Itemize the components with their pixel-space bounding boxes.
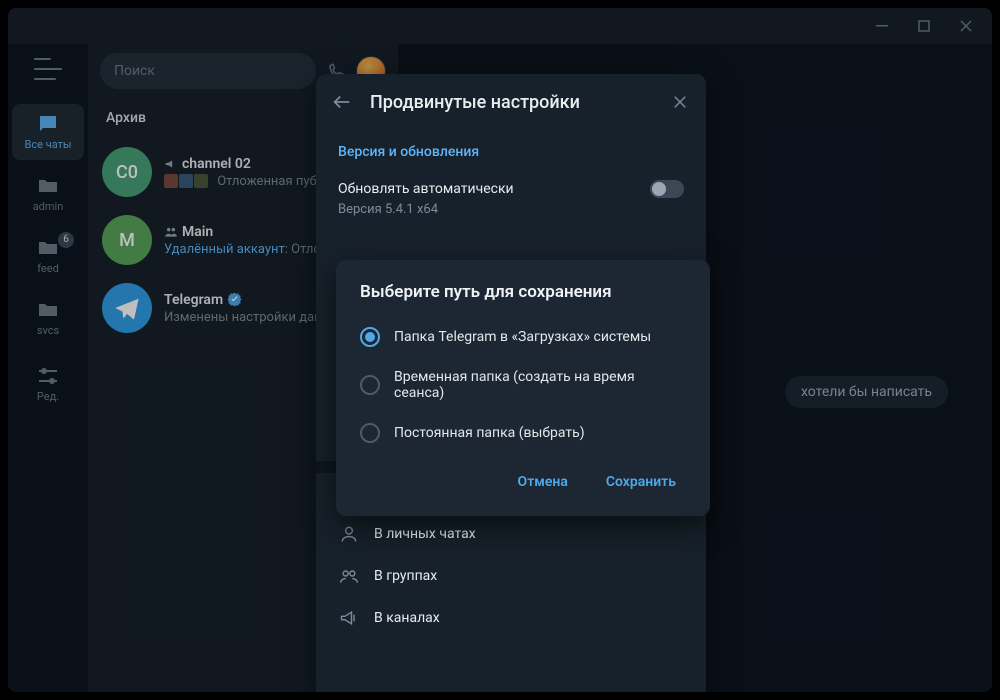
panel-title: Продвинутые настройки [370, 92, 652, 113]
folder-label: Все чаты [25, 138, 72, 151]
row-sub-version: Версия 5.4.1 x64 [316, 202, 706, 231]
verified-icon [227, 292, 242, 307]
section-title-version: Версия и обновления [316, 130, 706, 170]
chat-avatar: C0 [102, 147, 152, 197]
radio-option-downloads[interactable]: Папка Telegram в «Загрузках» системы [340, 316, 706, 358]
window-titlebar [8, 8, 992, 44]
folder-icon [34, 299, 62, 321]
radio-label: Временная папка (создать на время сеанса… [394, 369, 686, 401]
panel-header: Продвинутые настройки [316, 74, 706, 130]
dialog-actions: Отмена Сохранить [340, 454, 706, 506]
choose-save-path-dialog: Выберите путь для сохранения Папка Teleg… [336, 260, 710, 516]
row-media-groups[interactable]: В группах [316, 555, 706, 597]
row-media-channels[interactable]: В каналах [316, 597, 706, 639]
window-maximize-button[interactable] [904, 12, 944, 40]
channel-icon [338, 607, 360, 629]
search-placeholder: Поиск [114, 63, 155, 79]
group-icon [338, 565, 360, 587]
folder-label: Ред. [37, 390, 59, 403]
folder-label: feed [37, 262, 59, 275]
back-button[interactable] [330, 90, 354, 114]
folder-badge: 6 [58, 232, 74, 248]
folder-edit[interactable]: Ред. [12, 356, 84, 412]
empty-hint: хотели бы написать [785, 376, 948, 408]
folder-icon [34, 175, 62, 197]
cancel-button[interactable]: Отмена [510, 468, 576, 496]
radio-label: Папка Telegram в «Загрузках» системы [394, 329, 651, 345]
folder-sidebar: Все чаты admin 6 feed svcs [8, 44, 88, 692]
sliders-icon [34, 365, 62, 387]
row-label: В каналах [374, 610, 440, 626]
user-icon [338, 523, 360, 545]
folder-label: svcs [37, 324, 59, 337]
chat-avatar [102, 283, 152, 333]
row-media-private[interactable]: В личных чатах [316, 513, 706, 555]
close-button[interactable] [668, 90, 692, 114]
folder-feed[interactable]: 6 feed [12, 228, 84, 284]
chat-subtitle-prefix: Удалённый аккаунт [164, 242, 285, 257]
chat-title-text: channel 02 [182, 156, 251, 172]
folder-all-chats[interactable]: Все чаты [12, 104, 84, 160]
save-button[interactable]: Сохранить [598, 468, 684, 496]
hamburger-icon[interactable] [34, 58, 62, 80]
window-minimize-button[interactable] [862, 12, 902, 40]
chat-title-text: Telegram [164, 292, 223, 308]
search-input[interactable]: Поиск [100, 53, 316, 89]
folder-svcs[interactable]: svcs [12, 290, 84, 346]
radio-icon [360, 375, 380, 395]
toggle-auto-update[interactable] [650, 180, 684, 198]
folder-label: admin [33, 200, 64, 213]
row-label: Обновлять автоматически [338, 181, 514, 197]
window-close-button[interactable] [946, 12, 986, 40]
radio-label: Постоянная папка (выбрать) [394, 425, 585, 441]
row-label: В группах [374, 568, 437, 584]
people-icon [164, 225, 178, 239]
radio-option-permanent[interactable]: Постоянная папка (выбрать) [340, 412, 706, 454]
app-window: Все чаты admin 6 feed svcs [8, 8, 992, 692]
megaphone-icon [164, 157, 178, 171]
radio-option-temp[interactable]: Временная папка (создать на время сеанса… [340, 358, 706, 412]
media-thumbnails [164, 174, 208, 188]
radio-icon [360, 423, 380, 443]
chat-icon [34, 113, 62, 135]
archive-label: Архив [106, 110, 146, 126]
folder-admin[interactable]: admin [12, 166, 84, 222]
row-label: В личных чатах [374, 526, 476, 542]
dialog-title: Выберите путь для сохранения [340, 282, 706, 316]
chat-title-text: Main [182, 224, 213, 240]
hint-text: хотели бы написать [801, 384, 932, 400]
radio-icon [360, 327, 380, 347]
chat-avatar: M [102, 215, 152, 265]
